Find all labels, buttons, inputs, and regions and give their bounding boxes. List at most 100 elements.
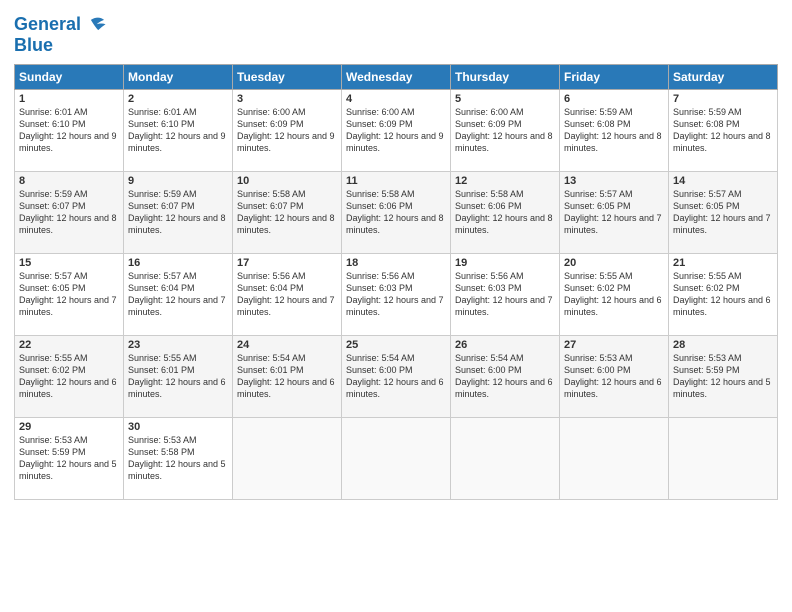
calendar-cell: [451, 417, 560, 499]
calendar-week-row: 29 Sunrise: 5:53 AM Sunset: 5:59 PM Dayl…: [15, 417, 778, 499]
day-number: 16: [128, 257, 228, 269]
cell-info: Sunrise: 5:55 AM Sunset: 6:01 PM Dayligh…: [128, 352, 228, 401]
cell-info: Sunrise: 6:00 AM Sunset: 6:09 PM Dayligh…: [237, 106, 337, 155]
calendar-cell: 28 Sunrise: 5:53 AM Sunset: 5:59 PM Dayl…: [669, 335, 778, 417]
calendar-header-row: SundayMondayTuesdayWednesdayThursdayFrid…: [15, 64, 778, 89]
logo-text-general: General: [14, 15, 81, 35]
cell-info: Sunrise: 5:56 AM Sunset: 6:04 PM Dayligh…: [237, 270, 337, 319]
calendar-cell: 10 Sunrise: 5:58 AM Sunset: 6:07 PM Dayl…: [233, 171, 342, 253]
cell-info: Sunrise: 5:53 AM Sunset: 6:00 PM Dayligh…: [564, 352, 664, 401]
calendar-cell: [560, 417, 669, 499]
calendar-cell: 11 Sunrise: 5:58 AM Sunset: 6:06 PM Dayl…: [342, 171, 451, 253]
day-number: 1: [19, 93, 119, 105]
day-number: 6: [564, 93, 664, 105]
cell-info: Sunrise: 5:54 AM Sunset: 6:00 PM Dayligh…: [455, 352, 555, 401]
cell-info: Sunrise: 5:53 AM Sunset: 5:59 PM Dayligh…: [673, 352, 773, 401]
cell-info: Sunrise: 5:55 AM Sunset: 6:02 PM Dayligh…: [564, 270, 664, 319]
day-number: 4: [346, 93, 446, 105]
calendar-cell: 22 Sunrise: 5:55 AM Sunset: 6:02 PM Dayl…: [15, 335, 124, 417]
day-number: 2: [128, 93, 228, 105]
cell-info: Sunrise: 6:00 AM Sunset: 6:09 PM Dayligh…: [455, 106, 555, 155]
logo: General Blue: [14, 14, 107, 56]
day-header-sunday: Sunday: [15, 64, 124, 89]
day-number: 22: [19, 339, 119, 351]
day-number: 19: [455, 257, 555, 269]
cell-info: Sunrise: 6:01 AM Sunset: 6:10 PM Dayligh…: [19, 106, 119, 155]
calendar-cell: 21 Sunrise: 5:55 AM Sunset: 6:02 PM Dayl…: [669, 253, 778, 335]
day-number: 12: [455, 175, 555, 187]
cell-info: Sunrise: 5:57 AM Sunset: 6:05 PM Dayligh…: [564, 188, 664, 237]
calendar-page: General Blue SundayMondayTuesdayWednesda…: [0, 0, 792, 612]
cell-info: Sunrise: 6:00 AM Sunset: 6:09 PM Dayligh…: [346, 106, 446, 155]
day-number: 24: [237, 339, 337, 351]
logo-text-blue: Blue: [14, 36, 107, 56]
calendar-cell: 14 Sunrise: 5:57 AM Sunset: 6:05 PM Dayl…: [669, 171, 778, 253]
calendar-cell: 30 Sunrise: 5:53 AM Sunset: 5:58 PM Dayl…: [124, 417, 233, 499]
cell-info: Sunrise: 5:56 AM Sunset: 6:03 PM Dayligh…: [346, 270, 446, 319]
day-number: 10: [237, 175, 337, 187]
cell-info: Sunrise: 5:59 AM Sunset: 6:07 PM Dayligh…: [128, 188, 228, 237]
day-number: 9: [128, 175, 228, 187]
day-number: 23: [128, 339, 228, 351]
calendar-cell: 7 Sunrise: 5:59 AM Sunset: 6:08 PM Dayli…: [669, 89, 778, 171]
calendar-cell: 4 Sunrise: 6:00 AM Sunset: 6:09 PM Dayli…: [342, 89, 451, 171]
calendar-cell: 18 Sunrise: 5:56 AM Sunset: 6:03 PM Dayl…: [342, 253, 451, 335]
day-header-monday: Monday: [124, 64, 233, 89]
calendar-week-row: 8 Sunrise: 5:59 AM Sunset: 6:07 PM Dayli…: [15, 171, 778, 253]
calendar-cell: 2 Sunrise: 6:01 AM Sunset: 6:10 PM Dayli…: [124, 89, 233, 171]
day-number: 17: [237, 257, 337, 269]
cell-info: Sunrise: 6:01 AM Sunset: 6:10 PM Dayligh…: [128, 106, 228, 155]
day-header-thursday: Thursday: [451, 64, 560, 89]
calendar-cell: 3 Sunrise: 6:00 AM Sunset: 6:09 PM Dayli…: [233, 89, 342, 171]
day-number: 26: [455, 339, 555, 351]
day-number: 25: [346, 339, 446, 351]
cell-info: Sunrise: 5:58 AM Sunset: 6:07 PM Dayligh…: [237, 188, 337, 237]
calendar-cell: 13 Sunrise: 5:57 AM Sunset: 6:05 PM Dayl…: [560, 171, 669, 253]
day-number: 18: [346, 257, 446, 269]
calendar-week-row: 22 Sunrise: 5:55 AM Sunset: 6:02 PM Dayl…: [15, 335, 778, 417]
day-number: 30: [128, 421, 228, 433]
calendar-cell: 12 Sunrise: 5:58 AM Sunset: 6:06 PM Dayl…: [451, 171, 560, 253]
calendar-cell: [669, 417, 778, 499]
calendar-cell: 15 Sunrise: 5:57 AM Sunset: 6:05 PM Dayl…: [15, 253, 124, 335]
cell-info: Sunrise: 5:58 AM Sunset: 6:06 PM Dayligh…: [455, 188, 555, 237]
cell-info: Sunrise: 5:59 AM Sunset: 6:08 PM Dayligh…: [564, 106, 664, 155]
cell-info: Sunrise: 5:55 AM Sunset: 6:02 PM Dayligh…: [673, 270, 773, 319]
day-number: 3: [237, 93, 337, 105]
calendar-cell: 17 Sunrise: 5:56 AM Sunset: 6:04 PM Dayl…: [233, 253, 342, 335]
calendar-cell: 16 Sunrise: 5:57 AM Sunset: 6:04 PM Dayl…: [124, 253, 233, 335]
calendar-cell: 5 Sunrise: 6:00 AM Sunset: 6:09 PM Dayli…: [451, 89, 560, 171]
calendar-week-row: 1 Sunrise: 6:01 AM Sunset: 6:10 PM Dayli…: [15, 89, 778, 171]
day-number: 28: [673, 339, 773, 351]
calendar-table: SundayMondayTuesdayWednesdayThursdayFrid…: [14, 64, 778, 500]
cell-info: Sunrise: 5:54 AM Sunset: 6:00 PM Dayligh…: [346, 352, 446, 401]
day-header-saturday: Saturday: [669, 64, 778, 89]
page-header: General Blue: [14, 10, 778, 56]
day-number: 20: [564, 257, 664, 269]
cell-info: Sunrise: 5:54 AM Sunset: 6:01 PM Dayligh…: [237, 352, 337, 401]
day-number: 27: [564, 339, 664, 351]
calendar-cell: 27 Sunrise: 5:53 AM Sunset: 6:00 PM Dayl…: [560, 335, 669, 417]
cell-info: Sunrise: 5:59 AM Sunset: 6:08 PM Dayligh…: [673, 106, 773, 155]
cell-info: Sunrise: 5:57 AM Sunset: 6:05 PM Dayligh…: [19, 270, 119, 319]
calendar-cell: 24 Sunrise: 5:54 AM Sunset: 6:01 PM Dayl…: [233, 335, 342, 417]
day-number: 5: [455, 93, 555, 105]
calendar-cell: [233, 417, 342, 499]
day-number: 15: [19, 257, 119, 269]
cell-info: Sunrise: 5:53 AM Sunset: 5:58 PM Dayligh…: [128, 434, 228, 483]
calendar-cell: 1 Sunrise: 6:01 AM Sunset: 6:10 PM Dayli…: [15, 89, 124, 171]
calendar-cell: 29 Sunrise: 5:53 AM Sunset: 5:59 PM Dayl…: [15, 417, 124, 499]
day-number: 29: [19, 421, 119, 433]
day-header-friday: Friday: [560, 64, 669, 89]
day-number: 13: [564, 175, 664, 187]
calendar-cell: 8 Sunrise: 5:59 AM Sunset: 6:07 PM Dayli…: [15, 171, 124, 253]
day-number: 8: [19, 175, 119, 187]
day-number: 11: [346, 175, 446, 187]
day-header-wednesday: Wednesday: [342, 64, 451, 89]
calendar-cell: [342, 417, 451, 499]
calendar-cell: 6 Sunrise: 5:59 AM Sunset: 6:08 PM Dayli…: [560, 89, 669, 171]
calendar-cell: 9 Sunrise: 5:59 AM Sunset: 6:07 PM Dayli…: [124, 171, 233, 253]
calendar-cell: 20 Sunrise: 5:55 AM Sunset: 6:02 PM Dayl…: [560, 253, 669, 335]
cell-info: Sunrise: 5:59 AM Sunset: 6:07 PM Dayligh…: [19, 188, 119, 237]
cell-info: Sunrise: 5:55 AM Sunset: 6:02 PM Dayligh…: [19, 352, 119, 401]
